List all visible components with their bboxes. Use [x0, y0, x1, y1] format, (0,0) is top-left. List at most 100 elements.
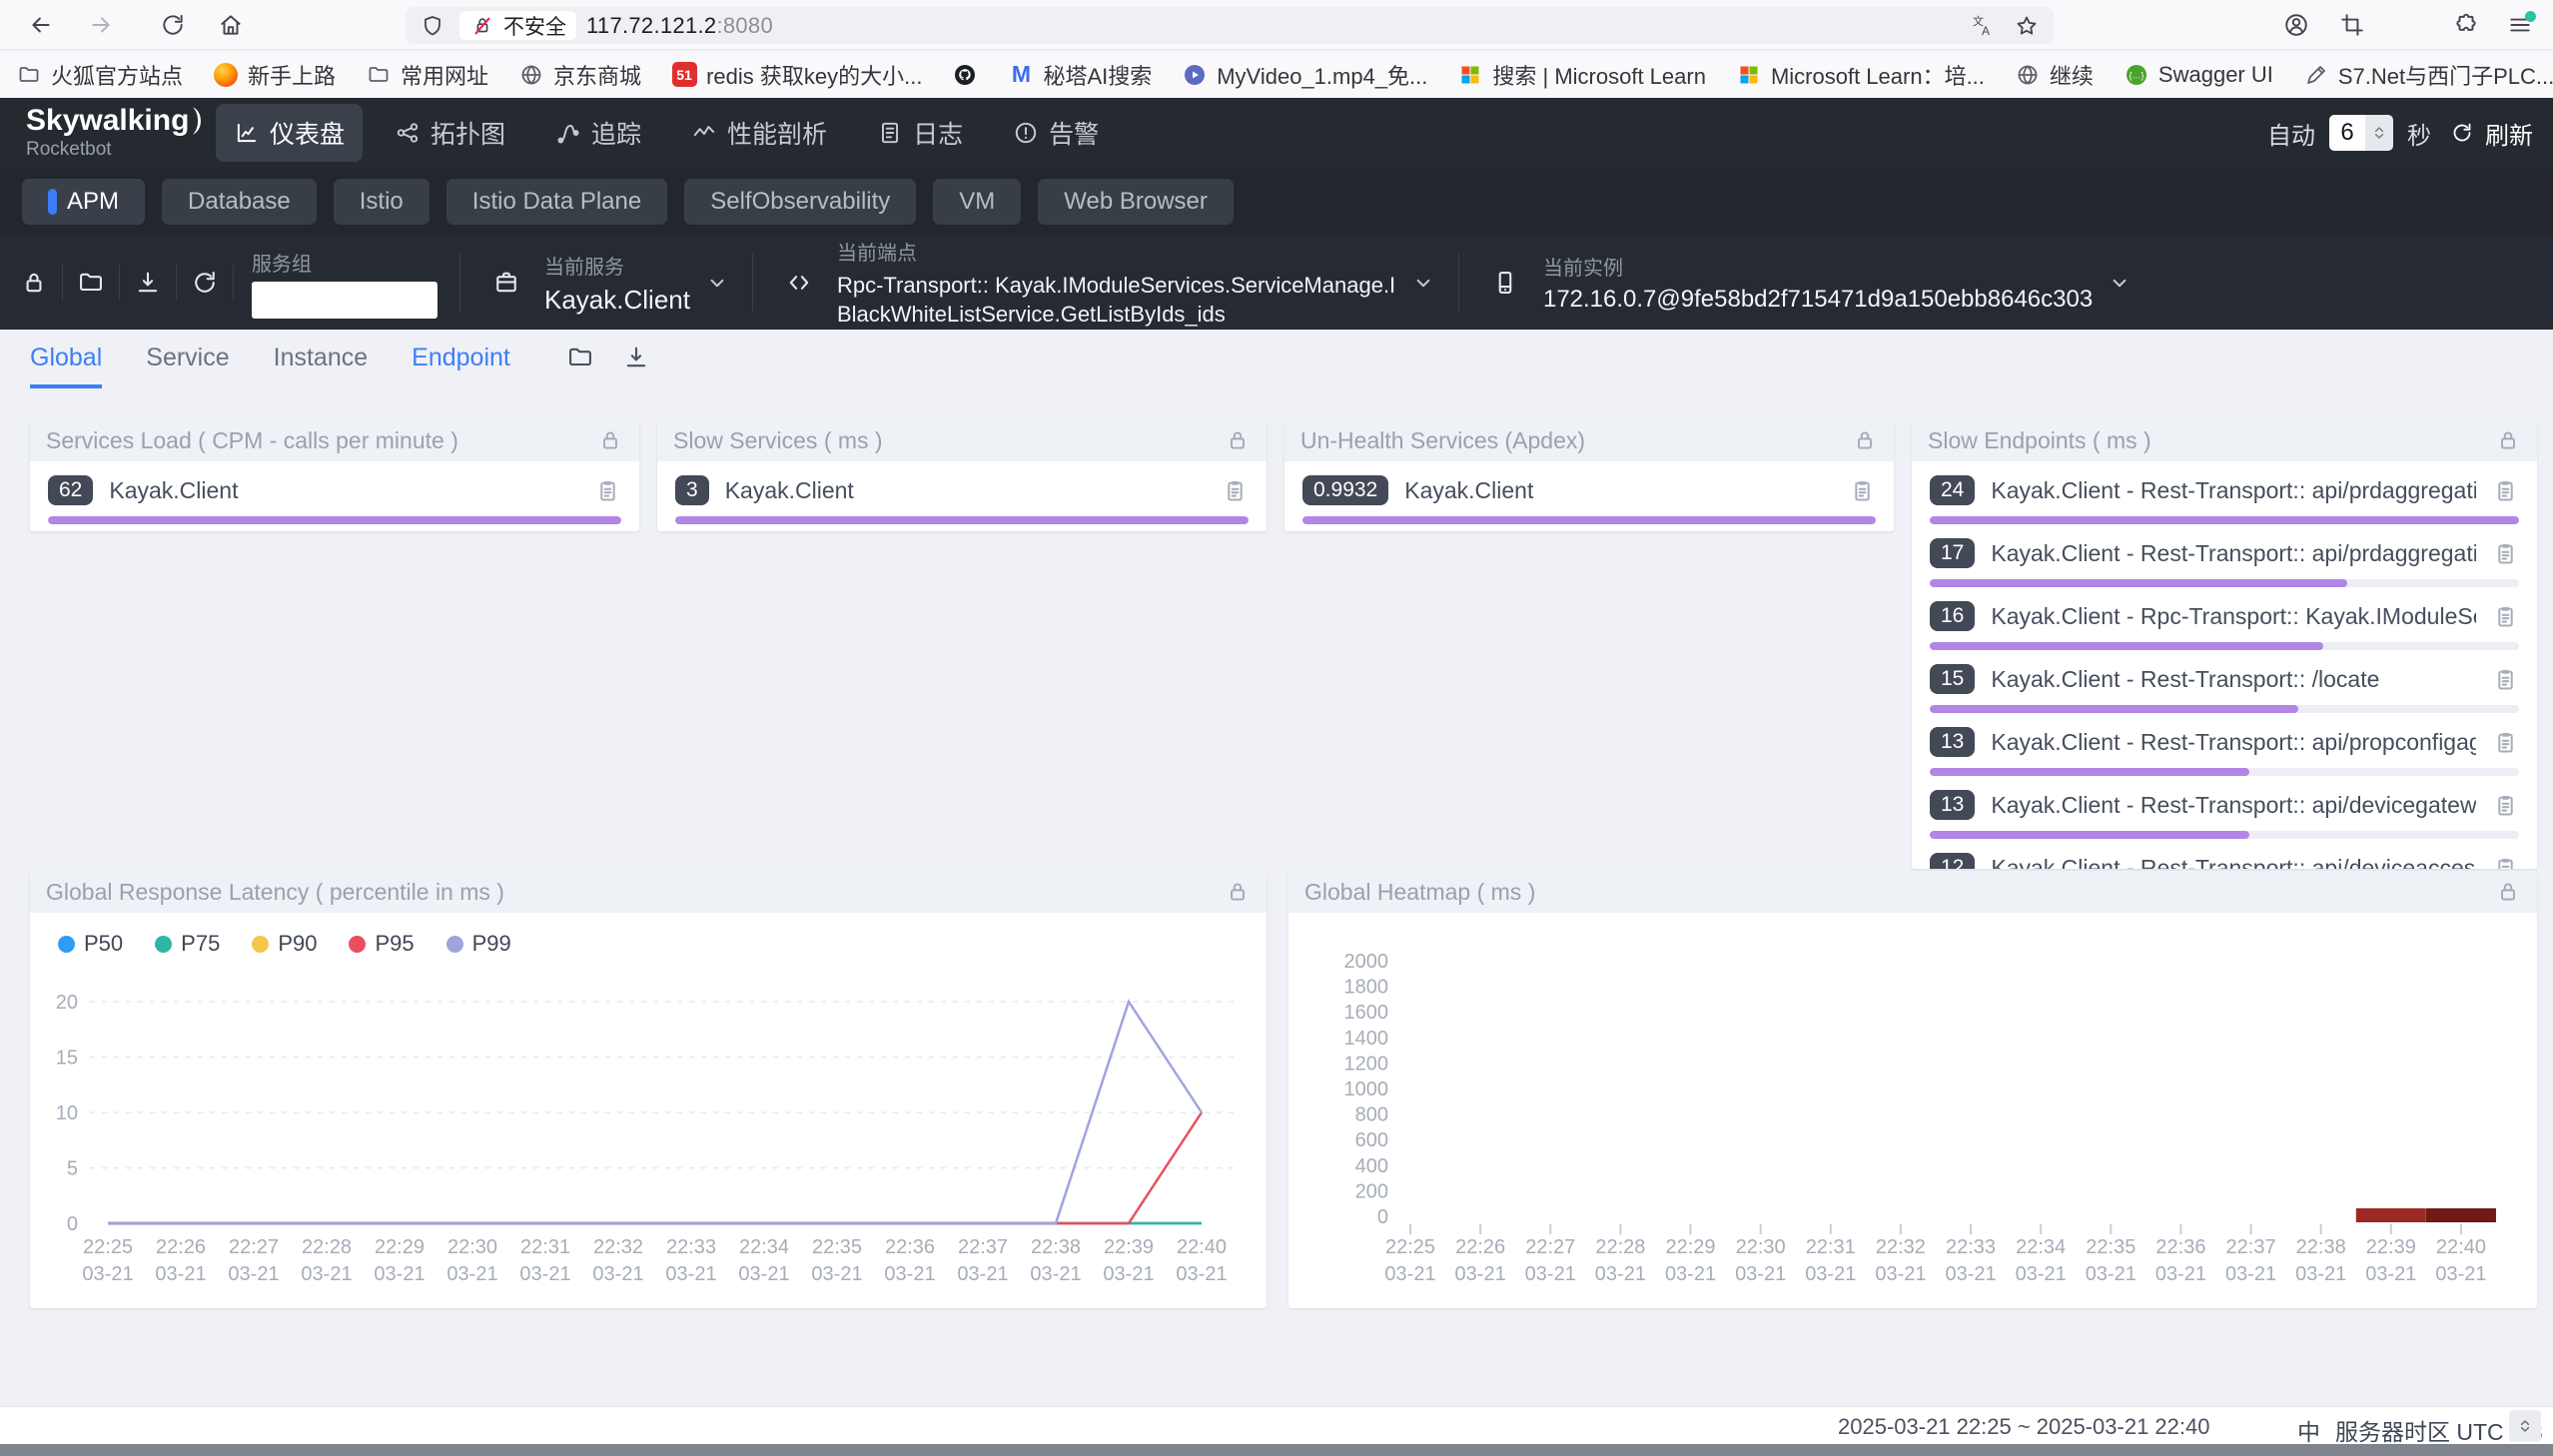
clipboard-icon[interactable] [2492, 477, 2519, 504]
lock-icon[interactable] [2495, 427, 2521, 453]
download-view-icon[interactable] [622, 344, 650, 371]
lock-icon[interactable] [2495, 879, 2521, 905]
metric-row[interactable]: 13Kayak.Client - Rest-Transport:: api/pr… [1930, 727, 2519, 776]
current-service-select[interactable]: 当前服务 Kayak.Client [468, 251, 744, 316]
bookmark-item[interactable]: M秘塔AI搜索 [1008, 59, 1152, 91]
bookmark-item[interactable]: S7.Net与西门子PLC... [2303, 59, 2553, 91]
legend-item-P95[interactable]: P95 [349, 931, 414, 957]
account-icon[interactable] [2279, 8, 2313, 42]
legend-item-P90[interactable]: P90 [252, 931, 317, 957]
screenshot-icon[interactable] [2335, 8, 2369, 42]
legend-item-P75[interactable]: P75 [155, 931, 220, 957]
chevron-down-icon[interactable] [2107, 270, 2132, 296]
service-group-input[interactable] [252, 282, 437, 319]
view-tab-endpoint[interactable]: Endpoint [412, 344, 510, 388]
bookmark-item[interactable]: Microsoft Learn：培... [1736, 59, 1985, 91]
auto-refresh-input[interactable]: 6 [2329, 115, 2393, 151]
clipboard-icon[interactable] [2492, 666, 2519, 693]
dashboard-tab-database[interactable]: Database [162, 179, 317, 225]
refresh-toolbar-icon[interactable] [181, 259, 229, 307]
dashboard-tab-istio-data-plane[interactable]: Istio Data Plane [446, 179, 667, 225]
nav-item-追踪[interactable]: 追踪 [537, 104, 659, 162]
translate-icon[interactable]: 文A [1966, 9, 2000, 43]
lock-icon[interactable] [1225, 879, 1251, 905]
auto-refresh-value[interactable]: 6 [2329, 115, 2365, 151]
metric-row[interactable]: 12Kayak.Client - Rest-Transport:: api/de… [1930, 853, 2519, 869]
spinner-arrows-icon[interactable] [2365, 115, 2393, 151]
lock-toolbar-icon[interactable] [10, 259, 58, 307]
refresh-button[interactable]: 刷新 [2445, 116, 2533, 151]
folder-toolbar-icon[interactable] [67, 259, 115, 307]
clipboard-icon[interactable] [1222, 477, 1249, 504]
metric-row[interactable]: 16Kayak.Client - Rpc-Transport:: Kayak.I… [1930, 601, 2519, 650]
back-icon[interactable] [24, 8, 58, 42]
clipboard-icon[interactable] [1849, 477, 1876, 504]
dashboard-tab-selfobservability[interactable]: SelfObservability [684, 179, 916, 225]
chevron-down-icon[interactable] [1410, 270, 1436, 296]
heatmap-cell[interactable] [2426, 1208, 2496, 1222]
bookmark-item[interactable]: 搜索 | Microsoft Learn [1457, 59, 1706, 91]
metric-row[interactable]: 15Kayak.Client - Rest-Transport:: /locat… [1930, 664, 2519, 713]
folder-view-icon[interactable] [566, 344, 594, 371]
timezone-stepper[interactable] [2509, 1410, 2541, 1442]
metric-row[interactable]: 3Kayak.Client [675, 475, 1249, 524]
lock-icon[interactable] [1225, 427, 1251, 453]
bookmark-item[interactable]: 常用网址 [366, 59, 488, 91]
current-endpoint-select[interactable]: 当前端点 Rpc-Transport:: Kayak.IModuleServic… [761, 237, 1450, 329]
bookmark-item[interactable]: MyVideo_1.mp4_免... [1182, 59, 1427, 91]
nav-item-性能剖析[interactable]: 性能剖析 [673, 104, 845, 162]
lock-icon[interactable] [1852, 427, 1878, 453]
bookmark-item[interactable]: 51redis 获取key的大小... [671, 59, 922, 91]
dashboard-tab-istio[interactable]: Istio [334, 179, 429, 225]
clipboard-icon[interactable] [2492, 729, 2519, 756]
bookmark-item[interactable] [952, 62, 978, 88]
url-bar[interactable]: 不安全 117.72.121.2:8080 文A [406, 7, 2054, 44]
nav-item-仪表盘[interactable]: 仪表盘 [216, 104, 363, 162]
forward-icon[interactable] [84, 8, 118, 42]
bookmark-item[interactable]: 火狐官方站点 [16, 59, 183, 91]
metric-value-badge: 17 [1930, 538, 1975, 568]
view-tab-service[interactable]: Service [146, 344, 229, 388]
metric-row[interactable]: 13Kayak.Client - Rest-Transport:: api/de… [1930, 790, 2519, 839]
chevron-down-icon[interactable] [704, 270, 730, 296]
metric-row[interactable]: 17Kayak.Client - Rest-Transport:: api/pr… [1930, 538, 2519, 587]
bookmark-item[interactable]: 新手上路 [213, 59, 336, 91]
nav-item-日志[interactable]: 日志 [859, 104, 981, 162]
legend-item-P99[interactable]: P99 [446, 931, 511, 957]
menu-button[interactable] [2503, 8, 2537, 43]
download-toolbar-icon[interactable] [124, 259, 172, 307]
metric-value-badge: 0.9932 [1302, 475, 1388, 505]
dashboard-tab-vm[interactable]: VM [933, 179, 1021, 225]
extensions-icon[interactable] [2449, 8, 2483, 42]
skywalking-logo[interactable]: Skywalking Rocketbot [26, 105, 206, 161]
nav-item-告警[interactable]: 告警 [995, 104, 1117, 162]
security-chip[interactable]: 不安全 [459, 11, 576, 40]
home-icon[interactable] [214, 8, 248, 42]
heatmap-cell[interactable] [2356, 1208, 2426, 1222]
current-instance-select[interactable]: 当前实例 172.16.0.7@9fe58bd2f715471d9a150ebb… [1467, 252, 2146, 314]
bookmark-star-icon[interactable] [2010, 9, 2044, 43]
metric-row[interactable]: 0.9932Kayak.Client [1302, 475, 1876, 524]
lock-icon[interactable] [597, 427, 623, 453]
shield-icon[interactable] [416, 9, 449, 43]
dashboard-tab-web-browser[interactable]: Web Browser [1038, 179, 1234, 225]
url-host: 117.72.121.2 [586, 13, 716, 38]
bookmark-item[interactable]: 继续 [2015, 59, 2094, 91]
bookmark-item[interactable]: 京东商城 [518, 59, 641, 91]
language-toggle[interactable]: 中 [2297, 1413, 2320, 1447]
clipboard-icon[interactable] [2492, 603, 2519, 630]
clipboard-icon[interactable] [2492, 792, 2519, 819]
view-tab-instance[interactable]: Instance [274, 344, 369, 388]
nav-item-拓扑图[interactable]: 拓扑图 [377, 104, 523, 162]
clipboard-icon[interactable] [594, 477, 621, 504]
metric-row[interactable]: 24Kayak.Client - Rest-Transport:: api/pr… [1930, 475, 2519, 524]
metric-row[interactable]: 62Kayak.Client [48, 475, 621, 524]
legend-item-P50[interactable]: P50 [58, 931, 123, 957]
bookmark-item[interactable]: {…}Swagger UI [2124, 62, 2273, 88]
reload-icon[interactable] [156, 8, 190, 42]
view-tab-global[interactable]: Global [30, 344, 102, 388]
dashboard-tab-apm[interactable]: APM [22, 179, 145, 225]
svg-text:22:37: 22:37 [2226, 1236, 2276, 1258]
clipboard-icon[interactable] [2492, 855, 2519, 870]
clipboard-icon[interactable] [2492, 540, 2519, 567]
